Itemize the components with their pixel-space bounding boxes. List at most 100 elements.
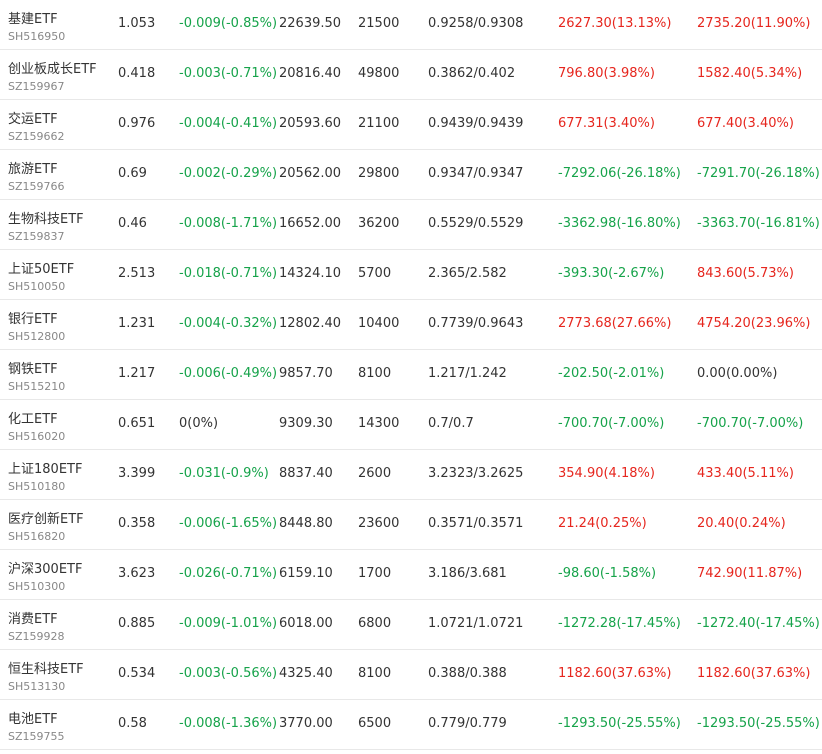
- profit-loss-cell: 796.80(3.98%): [558, 66, 655, 81]
- change-cell: -0.031(-0.9%): [179, 466, 269, 481]
- table-row[interactable]: 钢铁ETF SH515210 1.217 -0.006(-0.49%) 9857.70 8…: [0, 350, 822, 400]
- etf-code: SZ159755: [8, 730, 65, 743]
- total-profit-loss-cell: 843.60(5.73%): [697, 266, 794, 281]
- volume-cell: 21100: [358, 116, 400, 131]
- etf-name[interactable]: 基建ETF: [8, 8, 58, 27]
- table-row[interactable]: 上证180ETF SH510180 3.399 -0.031(-0.9%) 8837.4…: [0, 450, 822, 500]
- total-profit-loss-cell: 1182.60(37.63%): [697, 666, 811, 681]
- range-cell: 0.9258/0.9308: [428, 16, 524, 31]
- table-row[interactable]: 创业板成长ETF SZ159967 0.418 -0.003(-0.71%) 20816…: [0, 50, 822, 100]
- profit-loss-cell: -393.30(-2.67%): [558, 266, 665, 281]
- total-profit-loss-cell: 742.90(11.87%): [697, 566, 803, 581]
- range-cell: 0.3862/0.402: [428, 66, 516, 81]
- profit-loss-cell: -98.60(-1.58%): [558, 566, 657, 581]
- profit-loss-cell: 677.31(3.40%): [558, 116, 655, 131]
- etf-code: SH510050: [8, 280, 66, 293]
- etf-code: SZ159928: [8, 630, 65, 643]
- etf-code: SH516820: [8, 530, 66, 543]
- etf-code: SH510180: [8, 480, 66, 493]
- amount-cell: 14324.10: [279, 266, 342, 281]
- total-profit-loss-cell: 20.40(0.24%): [697, 516, 786, 531]
- table-row[interactable]: 沪深300ETF SH510300 3.623 -0.026(-0.71%) 6159.…: [0, 550, 822, 600]
- range-cell: 3.2323/3.2625: [428, 466, 524, 481]
- amount-cell: 20562.00: [279, 166, 342, 181]
- profit-loss-cell: -202.50(-2.01%): [558, 366, 665, 381]
- table-row[interactable]: 电池ETF SZ159755 0.58 -0.008(-1.36%) 3770.00 65…: [0, 700, 822, 750]
- range-cell: 0.7/0.7: [428, 416, 474, 431]
- volume-cell: 5700: [358, 266, 392, 281]
- total-profit-loss-cell: 4754.20(23.96%): [697, 316, 811, 331]
- range-cell: 0.7739/0.9643: [428, 316, 524, 331]
- table-row[interactable]: 生物科技ETF SZ159837 0.46 -0.008(-1.71%) 16652.0…: [0, 200, 822, 250]
- profit-loss-cell: 1182.60(37.63%): [558, 666, 672, 681]
- change-cell: -0.026(-0.71%): [179, 566, 278, 581]
- price-cell: 0.358: [118, 516, 156, 531]
- etf-name[interactable]: 电池ETF: [8, 708, 58, 727]
- price-cell: 0.69: [118, 166, 147, 181]
- range-cell: 3.186/3.681: [428, 566, 507, 581]
- price-cell: 1.217: [118, 366, 156, 381]
- etf-name[interactable]: 生物科技ETF: [8, 208, 84, 227]
- etf-name[interactable]: 交运ETF: [8, 108, 58, 127]
- etf-code: SH510300: [8, 580, 66, 593]
- holdings-table: 基建ETF SH516950 1.053 -0.009(-0.85%) 22639.50…: [0, 0, 822, 750]
- range-cell: 0.9439/0.9439: [428, 116, 524, 131]
- amount-cell: 8448.80: [279, 516, 333, 531]
- price-cell: 1.053: [118, 16, 156, 31]
- table-row[interactable]: 基建ETF SH516950 1.053 -0.009(-0.85%) 22639.50…: [0, 0, 822, 50]
- price-cell: 3.623: [118, 566, 156, 581]
- etf-code: SH512800: [8, 330, 66, 343]
- profit-loss-cell: -3362.98(-16.80%): [558, 216, 681, 231]
- volume-cell: 36200: [358, 216, 400, 231]
- total-profit-loss-cell: -1272.40(-17.45%): [697, 616, 820, 631]
- etf-name[interactable]: 上证180ETF: [8, 458, 82, 477]
- table-row[interactable]: 旅游ETF SZ159766 0.69 -0.002(-0.29%) 20562.00 2…: [0, 150, 822, 200]
- etf-name[interactable]: 消费ETF: [8, 608, 58, 627]
- amount-cell: 8837.40: [279, 466, 333, 481]
- volume-cell: 49800: [358, 66, 400, 81]
- etf-name[interactable]: 创业板成长ETF: [8, 58, 97, 77]
- amount-cell: 3770.00: [279, 716, 333, 731]
- profit-loss-cell: 21.24(0.25%): [558, 516, 647, 531]
- etf-name[interactable]: 旅游ETF: [8, 158, 58, 177]
- total-profit-loss-cell: -700.70(-7.00%): [697, 416, 804, 431]
- etf-code: SH513130: [8, 680, 66, 693]
- total-profit-loss-cell: -7291.70(-26.18%): [697, 166, 820, 181]
- table-row[interactable]: 恒生科技ETF SH513130 0.534 -0.003(-0.56%) 4325.4…: [0, 650, 822, 700]
- table-row[interactable]: 医疗创新ETF SH516820 0.358 -0.006(-1.65%) 8448.8…: [0, 500, 822, 550]
- range-cell: 2.365/2.582: [428, 266, 507, 281]
- etf-code: SZ159967: [8, 80, 65, 93]
- table-row[interactable]: 交运ETF SZ159662 0.976 -0.004(-0.41%) 20593.60…: [0, 100, 822, 150]
- price-cell: 3.399: [118, 466, 156, 481]
- etf-name[interactable]: 钢铁ETF: [8, 358, 58, 377]
- table-row[interactable]: 化工ETF SH516020 0.651 0(0%) 9309.30 14300 0.7/0…: [0, 400, 822, 450]
- profit-loss-cell: 2627.30(13.13%): [558, 16, 672, 31]
- range-cell: 0.9347/0.9347: [428, 166, 524, 181]
- table-row[interactable]: 银行ETF SH512800 1.231 -0.004(-0.32%) 12802.40…: [0, 300, 822, 350]
- price-cell: 0.534: [118, 666, 156, 681]
- etf-name[interactable]: 银行ETF: [8, 308, 58, 327]
- amount-cell: 20816.40: [279, 66, 342, 81]
- price-cell: 0.885: [118, 616, 156, 631]
- change-cell: -0.002(-0.29%): [179, 166, 278, 181]
- total-profit-loss-cell: 433.40(5.11%): [697, 466, 794, 481]
- volume-cell: 8100: [358, 366, 392, 381]
- total-profit-loss-cell: -3363.70(-16.81%): [697, 216, 820, 231]
- etf-name[interactable]: 上证50ETF: [8, 258, 74, 277]
- table-row[interactable]: 上证50ETF SH510050 2.513 -0.018(-0.71%) 14324.…: [0, 250, 822, 300]
- change-cell: -0.006(-0.49%): [179, 366, 278, 381]
- amount-cell: 6018.00: [279, 616, 333, 631]
- etf-name[interactable]: 恒生科技ETF: [8, 658, 84, 677]
- range-cell: 1.217/1.242: [428, 366, 507, 381]
- change-cell: -0.003(-0.56%): [179, 666, 278, 681]
- etf-name[interactable]: 化工ETF: [8, 408, 58, 427]
- table-row[interactable]: 消费ETF SZ159928 0.885 -0.009(-1.01%) 6018.00 6…: [0, 600, 822, 650]
- volume-cell: 21500: [358, 16, 400, 31]
- etf-code: SH516950: [8, 30, 66, 43]
- etf-name[interactable]: 沪深300ETF: [8, 558, 82, 577]
- range-cell: 1.0721/1.0721: [428, 616, 524, 631]
- etf-name[interactable]: 医疗创新ETF: [8, 508, 84, 527]
- profit-loss-cell: -7292.06(-26.18%): [558, 166, 681, 181]
- range-cell: 0.5529/0.5529: [428, 216, 524, 231]
- amount-cell: 9309.30: [279, 416, 333, 431]
